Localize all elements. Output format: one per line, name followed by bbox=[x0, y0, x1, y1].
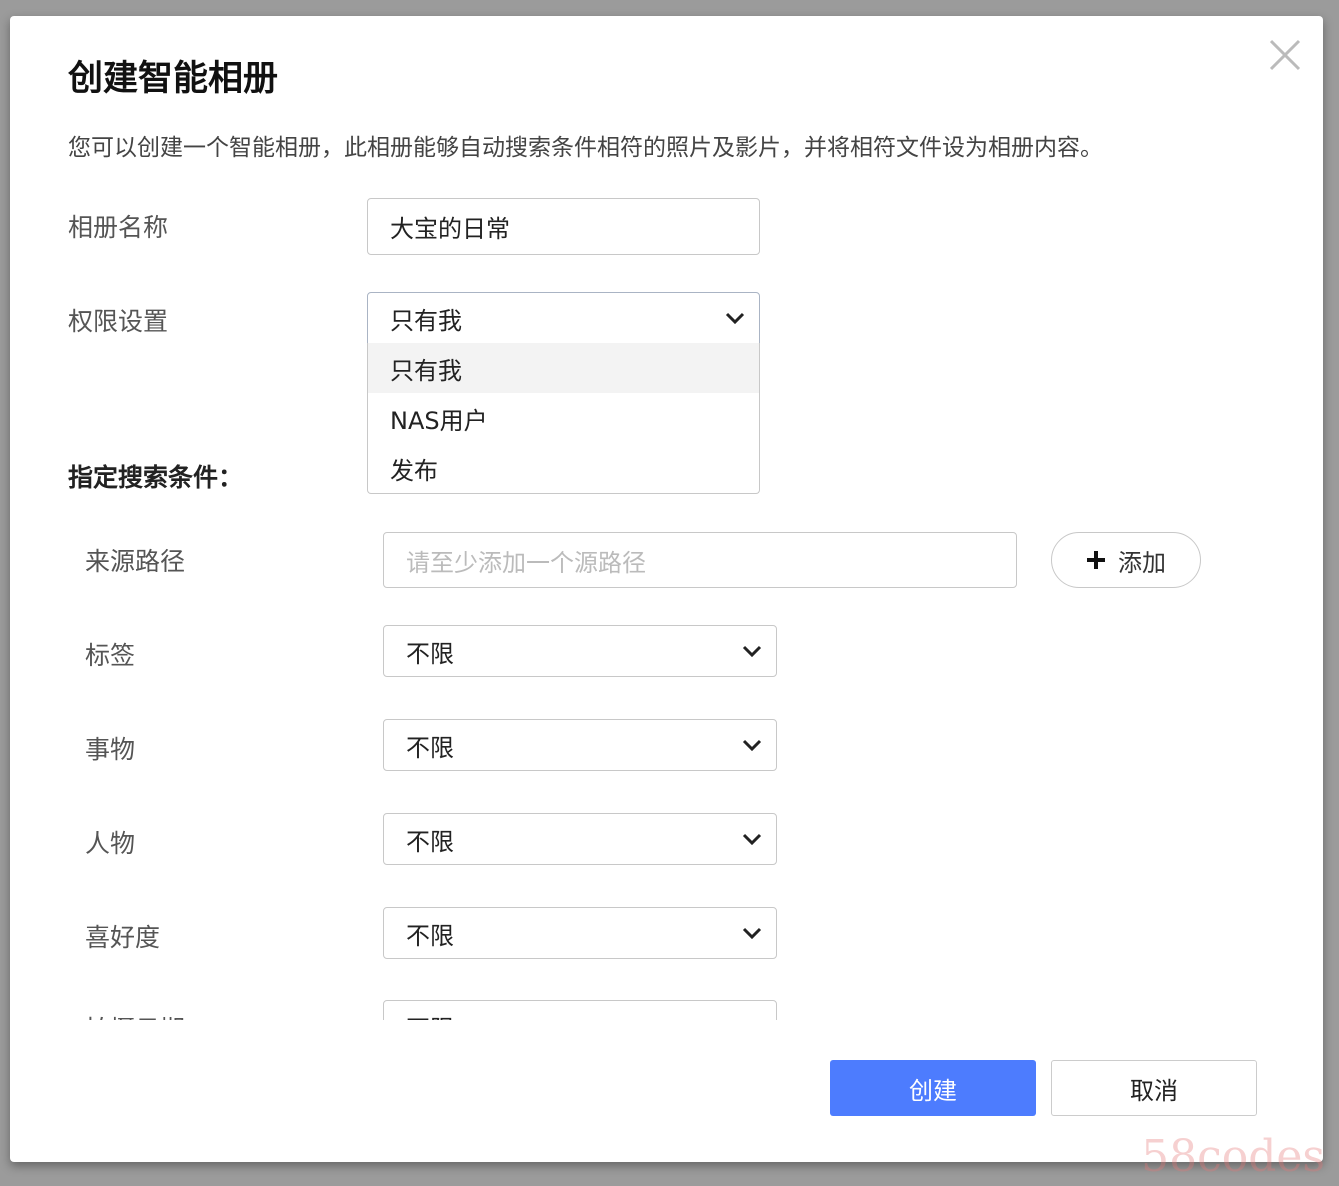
create-button[interactable]: 创建 bbox=[830, 1060, 1036, 1116]
permission-option-nas-users[interactable]: NAS用户 bbox=[368, 393, 759, 443]
cancel-button[interactable]: 取消 bbox=[1051, 1060, 1257, 1116]
filter-label-tags: 标签 bbox=[85, 641, 136, 670]
search-criteria-heading: 指定搜索条件： bbox=[68, 463, 244, 492]
objects-select[interactable]: 不限 bbox=[383, 719, 777, 771]
chevron-down-icon bbox=[725, 312, 745, 324]
permission-select[interactable]: 只有我 bbox=[367, 292, 760, 344]
rating-select[interactable]: 不限 bbox=[383, 907, 777, 959]
filter-label-objects: 事物 bbox=[85, 735, 136, 764]
album-name-input[interactable]: 大宝的日常 bbox=[367, 198, 760, 255]
source-path-input[interactable]: 请至少添加一个源路径 bbox=[383, 532, 1017, 588]
chevron-down-icon bbox=[742, 927, 762, 939]
permission-label: 权限设置 bbox=[68, 307, 169, 336]
permission-option-only-me[interactable]: 只有我 bbox=[368, 343, 759, 393]
date-value: 不限 bbox=[406, 1009, 454, 1021]
filter-label-rating: 喜好度 bbox=[85, 923, 161, 952]
add-source-button[interactable]: 添加 bbox=[1051, 532, 1201, 588]
permission-option-publish[interactable]: 发布 bbox=[368, 443, 759, 493]
album-name-value: 大宝的日常 bbox=[390, 215, 510, 243]
tags-select[interactable]: 不限 bbox=[383, 625, 777, 677]
source-path-label: 来源路径 bbox=[85, 547, 186, 576]
objects-value: 不限 bbox=[406, 733, 454, 762]
chevron-down-icon bbox=[742, 739, 762, 751]
people-select[interactable]: 不限 bbox=[383, 813, 777, 865]
source-path-placeholder: 请至少添加一个源路径 bbox=[406, 548, 646, 577]
permission-dropdown: 只有我 NAS用户 发布 bbox=[367, 343, 760, 494]
album-name-label: 相册名称 bbox=[68, 213, 169, 242]
criteria-scroll-area[interactable]: 来源路径 请至少添加一个源路径 添加 标签 不限 事物 不限 人物 不限 喜好度… bbox=[10, 516, 1323, 1020]
create-smart-album-dialog: 创建智能相册 您可以创建一个智能相册，此相册能够自动搜索条件相符的照片及影片，并… bbox=[10, 16, 1323, 1162]
close-icon[interactable] bbox=[1268, 38, 1302, 72]
date-select[interactable]: 不限 bbox=[383, 1000, 777, 1020]
permission-value: 只有我 bbox=[390, 306, 462, 335]
filter-label-people: 人物 bbox=[85, 829, 136, 858]
people-value: 不限 bbox=[406, 827, 454, 856]
tags-value: 不限 bbox=[406, 639, 454, 668]
plus-icon bbox=[1087, 551, 1105, 569]
watermark: 58codes bbox=[1141, 1131, 1325, 1182]
add-label: 添加 bbox=[1118, 548, 1166, 577]
chevron-down-icon bbox=[742, 833, 762, 845]
dialog-title: 创建智能相册 bbox=[68, 59, 279, 99]
rating-value: 不限 bbox=[406, 921, 454, 950]
filter-label-date: 拍摄日期 bbox=[85, 1010, 185, 1020]
chevron-down-icon bbox=[742, 645, 762, 657]
dialog-description: 您可以创建一个智能相册，此相册能够自动搜索条件相符的照片及影片，并将相符文件设为… bbox=[68, 135, 1103, 161]
